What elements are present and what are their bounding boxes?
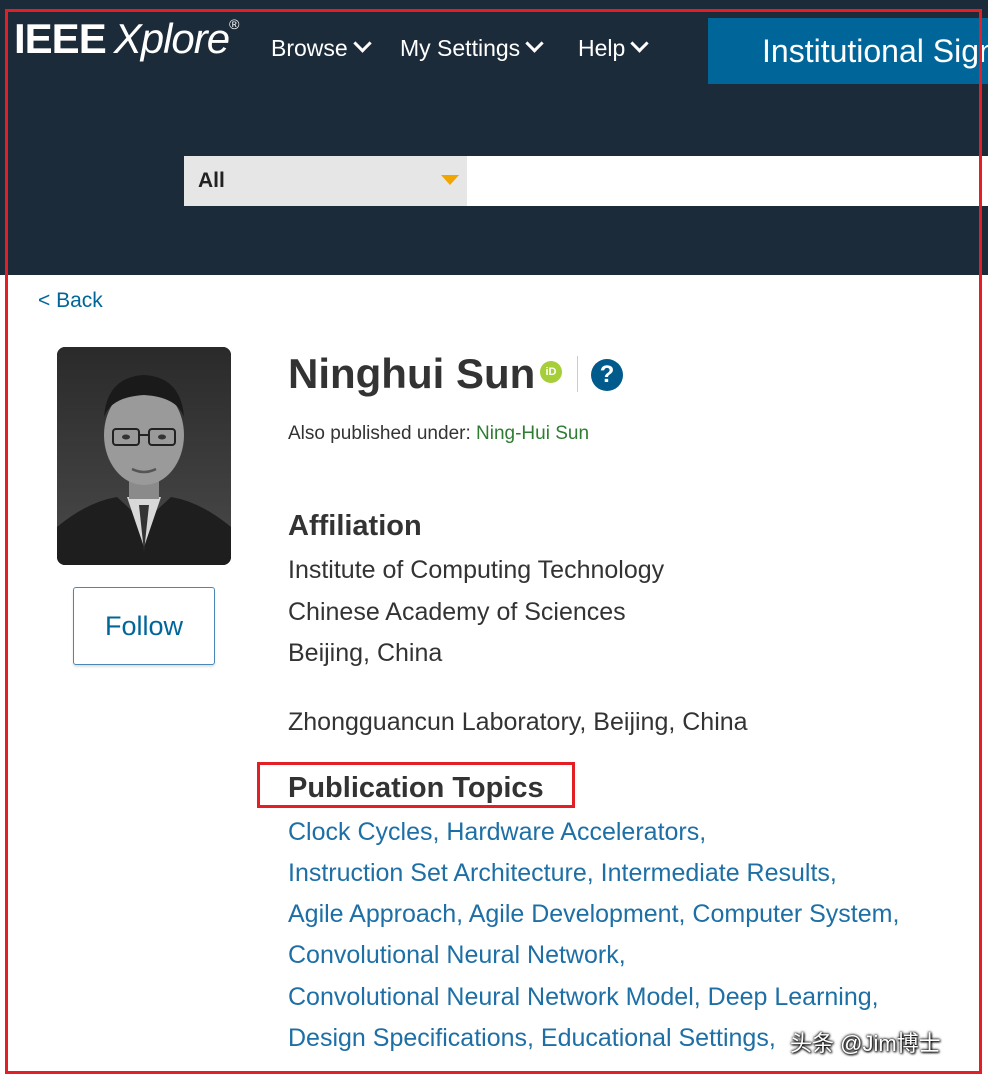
institutional-sign-in-button[interactable]: Institutional Sign In [708,18,988,84]
caret-down-icon [441,175,459,185]
nav-browse[interactable]: Browse [271,33,372,63]
nav-my-settings-label: My Settings [400,35,521,61]
chevron-down-icon [525,34,544,53]
search-scope-select[interactable]: All [184,156,467,206]
affiliation-heading: Affiliation [288,510,422,542]
topic-line[interactable]: Agile Approach, Agile Development, Compu… [288,898,899,930]
affiliation-line: Zhongguancun Laboratory, Beijing, China [288,708,748,736]
nav-help[interactable]: Help [578,33,650,63]
topic-link[interactable]: Convolutional Neural Network, [288,941,626,969]
chevron-down-icon [630,34,650,53]
ieee-xplore-logo[interactable]: IEEE Xplore® [14,14,239,64]
affiliation-line: Chinese Academy of Sciences [288,598,626,626]
nav-my-settings[interactable]: My Settings [400,33,544,63]
topic-line[interactable]: Design Specifications, Educational Setti… [288,1022,776,1054]
also-published-label: Also published under: [288,423,471,444]
back-link[interactable]: < Back [38,287,103,315]
topic-line[interactable]: Convolutional Neural Network, [288,939,626,971]
topic-line[interactable]: Convolutional Neural Network Model, Deep… [288,981,879,1013]
topic-line[interactable]: Clock Cycles, Hardware Accelerators, [288,816,706,848]
also-published-name-link[interactable]: Ning-Hui Sun [476,423,589,444]
search-input[interactable] [467,156,988,206]
topic-line[interactable]: Instruction Set Architecture, Intermedia… [288,857,837,889]
search-scope-value: All [198,169,225,192]
help-icon[interactable]: ? [591,359,623,391]
affiliation-line: Institute of Computing Technology [288,556,665,584]
nav-help-label: Help [578,35,626,61]
site-header: IEEE Xplore® Browse My Settings Help Inst… [0,0,988,275]
author-photo [57,347,231,565]
annotation-highlight-box [257,762,575,808]
topic-link[interactable]: Agile Approach, Agile Development, Compu… [288,900,899,928]
also-published-under: Also published under: Ning-Hui Sun [288,421,589,447]
topic-link[interactable]: Design Specifications, Educational Setti… [288,1024,776,1052]
topic-link[interactable]: Convolutional Neural Network Model, Deep… [288,983,879,1011]
watermark-text: 头条 @Jim博士 [790,1031,941,1056]
divider [577,356,578,392]
search-bar: All [184,156,988,206]
topic-link[interactable]: Instruction Set Architecture, Intermedia… [288,859,837,887]
affiliation-line: Beijing, China [288,639,443,667]
orcid-icon[interactable]: iD [540,361,562,383]
follow-button[interactable]: Follow [73,587,215,665]
author-name: Ninghui Sun [288,350,536,397]
chevron-down-icon [353,34,372,53]
topic-link[interactable]: Clock Cycles, Hardware Accelerators, [288,818,706,846]
nav-browse-label: Browse [271,35,348,61]
